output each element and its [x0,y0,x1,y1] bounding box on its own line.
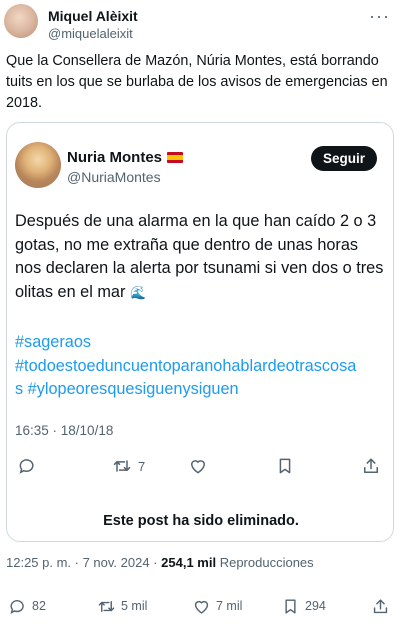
quoted-share-button[interactable] [361,453,381,479]
follow-button[interactable]: Seguir [310,146,377,171]
quoted-tweet-card[interactable]: Nuria Montes @NuriaMontes Seguir Después… [6,122,394,542]
like-button[interactable]: 7 mil [192,594,242,618]
hashtag-link[interactable]: #todoestoeduncuentoparanohablardeotrasco… [15,355,387,379]
quoted-like-button[interactable] [188,453,214,479]
bookmark-button[interactable]: 294 [281,594,326,618]
hashtag-list: #sageraos #todoestoeduncuentoparanohabla… [15,331,387,402]
share-button[interactable] [371,594,390,618]
quoted-bookmark-button[interactable] [275,453,301,479]
quoted-tweet-body: Después de una alarma en la que han caíd… [15,210,387,304]
views-count: 254,1 mil [161,555,217,570]
deleted-post-notice: Este post ha sido eliminado. [103,513,299,529]
outer-tweet-text: Que la Consellera de Mazón, Núria Montes… [6,53,388,111]
outer-tweet-timestamp[interactable]: 12:25 p. m. · 7 nov. 2024 · [6,555,158,570]
heart-icon [190,460,206,474]
reply-icon [10,599,24,614]
retweet-icon [98,600,115,612]
hashtag-link[interactable]: #sageraos [15,331,387,355]
like-count: 7 mil [216,599,243,613]
reply-count: 82 [32,599,46,613]
outer-tweet-header: Miquel Alèixit @miquelaleixit ··· [0,0,400,46]
quoted-retweet-count: 7 [138,458,146,474]
views-label: Reproducciones [219,555,314,570]
share-icon [364,458,378,473]
quoted-author-name: Nuria Montes [67,149,163,166]
retweet-count: 5 mil [121,599,148,613]
more-options-button[interactable]: ··· [369,6,390,27]
quoted-tweet-text: Después de una alarma en la que han caíd… [15,212,384,301]
retweet-button[interactable]: 5 mil [97,594,147,618]
reply-button[interactable]: 82 [8,594,46,618]
heart-icon [194,600,209,614]
quoted-author-name-row[interactable]: Nuria Montes [67,149,184,166]
outer-tweet-actions: 82 5 mil 7 mil 294 [0,594,400,618]
bookmark-icon [279,458,291,474]
hashtag-link[interactable]: s #ylopeoresquesiguenysiguen [15,378,387,402]
outer-author-handle[interactable]: @miquelaleixit [48,26,133,41]
bookmark-count: 294 [305,599,326,613]
quoted-reply-button[interactable] [17,453,43,479]
more-horizontal-icon: ··· [369,6,390,26]
spain-flag-icon [167,152,184,163]
reply-icon [19,459,34,474]
wave-emoji-icon: 🌊 [129,284,147,300]
quoted-author-handle[interactable]: @NuriaMontes [67,169,161,185]
outer-author-name[interactable]: Miquel Alèixit [48,8,138,24]
quoted-author-avatar[interactable] [15,142,61,188]
bookmark-icon [285,598,296,614]
outer-tweet-meta: 12:25 p. m. · 7 nov. 2024 · 254,1 mil Re… [6,555,314,570]
quoted-tweet-actions: 7 [7,453,395,479]
share-icon [373,598,388,613]
quoted-retweet-button[interactable]: 7 [112,453,145,479]
retweet-icon [113,460,131,472]
outer-author-avatar[interactable] [4,4,38,38]
quoted-tweet-timestamp[interactable]: 16:35 · 18/10/18 [15,423,113,438]
